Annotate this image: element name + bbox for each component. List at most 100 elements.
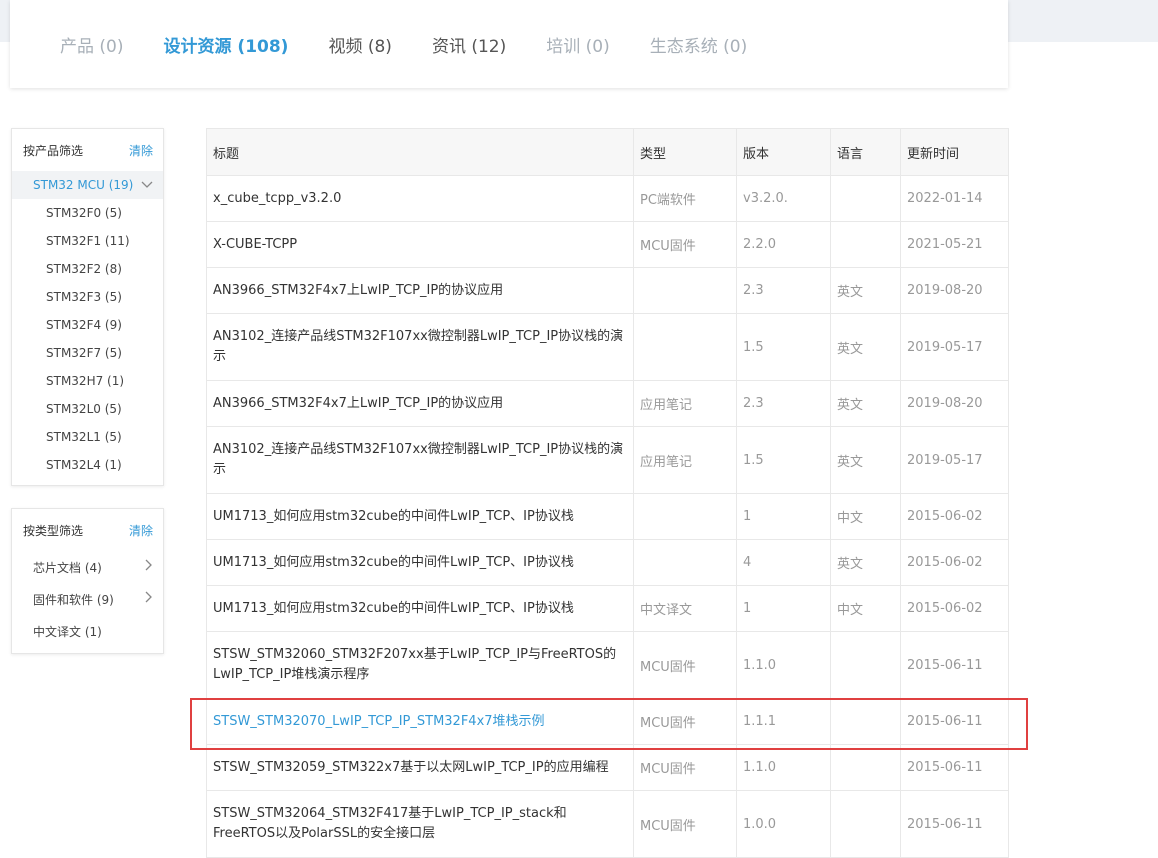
- row-language: [830, 698, 901, 745]
- row-language: [830, 744, 901, 791]
- table-row[interactable]: AN3102_连接产品线STM32F107xx微控制器LwIP_TCP_IP协议…: [206, 426, 1009, 494]
- column-header-type[interactable]: 类型: [633, 128, 737, 176]
- filter-item-stm32l0[interactable]: STM32L0 (5): [12, 395, 163, 423]
- row-title-link[interactable]: UM1713_如何应用stm32cube的中间件LwIP_TCP、IP协议栈: [206, 493, 634, 540]
- type-filter-chinese-translation[interactable]: 中文译文 (1): [12, 615, 163, 647]
- table-row[interactable]: STSW_STM32064_STM32F417基于LwIP_TCP_IP_sta…: [206, 790, 1009, 858]
- row-date: 2019-05-17: [900, 313, 1009, 381]
- table-row[interactable]: STSW_STM32059_STM322x7基于以太网LwIP_TCP_IP的应…: [206, 744, 1009, 791]
- type-filter-title: 按类型筛选: [23, 523, 84, 538]
- row-language: 中文: [830, 585, 901, 632]
- row-title-link[interactable]: AN3102_连接产品线STM32F107xx微控制器LwIP_TCP_IP协议…: [206, 313, 634, 381]
- row-version: 1.1.0: [736, 631, 831, 699]
- row-type: [633, 267, 737, 314]
- row-title-link[interactable]: UM1713_如何应用stm32cube的中间件LwIP_TCP、IP协议栈: [206, 585, 634, 632]
- row-date: 2015-06-11: [900, 698, 1009, 745]
- row-type: [633, 313, 737, 381]
- type-filter-panel: 按类型筛选 清除 芯片文档 (4) 固件和软件 (9) 中文译文 (1): [11, 508, 164, 654]
- table-row[interactable]: X-CUBE-TCPP MCU固件 2.2.0 2021-05-21: [206, 221, 1009, 268]
- table-row[interactable]: UM1713_如何应用stm32cube的中间件LwIP_TCP、IP协议栈 1…: [206, 493, 1009, 540]
- filter-item-stm32l1[interactable]: STM32L1 (5): [12, 423, 163, 451]
- type-filter-firmware-software[interactable]: 固件和软件 (9): [12, 583, 163, 615]
- row-language: [830, 631, 901, 699]
- row-type: [633, 493, 737, 540]
- row-title-link[interactable]: STSW_STM32070_LwIP_TCP_IP_STM32F4x7堆栈示例: [206, 698, 634, 745]
- row-date: 2015-06-11: [900, 631, 1009, 699]
- type-filter-label: 固件和软件 (9): [33, 592, 114, 607]
- filter-group-stm32-mcu[interactable]: STM32 MCU (19): [12, 171, 163, 199]
- row-version: 1: [736, 585, 831, 632]
- row-title-link[interactable]: UM1713_如何应用stm32cube的中间件LwIP_TCP、IP协议栈: [206, 539, 634, 586]
- product-filter-header: 按产品筛选 清除: [12, 129, 163, 171]
- row-type: MCU固件: [633, 221, 737, 268]
- row-date: 2015-06-02: [900, 585, 1009, 632]
- tab-videos[interactable]: 视频 (8): [328, 32, 392, 57]
- product-filter-clear-link[interactable]: 清除: [129, 142, 153, 159]
- row-date: 2015-06-02: [900, 493, 1009, 540]
- tab-products[interactable]: 产品 (0): [60, 32, 124, 57]
- table-row[interactable]: UM1713_如何应用stm32cube的中间件LwIP_TCP、IP协议栈 4…: [206, 539, 1009, 586]
- filter-item-stm32f4[interactable]: STM32F4 (9): [12, 311, 163, 339]
- filter-item-stm32f0[interactable]: STM32F0 (5): [12, 199, 163, 227]
- row-language: 中文: [830, 493, 901, 540]
- row-title-link[interactable]: STSW_STM32059_STM322x7基于以太网LwIP_TCP_IP的应…: [206, 744, 634, 791]
- row-title-link[interactable]: x_cube_tcpp_v3.2.0: [206, 175, 634, 222]
- tab-news[interactable]: 资讯 (12): [432, 32, 506, 57]
- row-version: 1.1.1: [736, 698, 831, 745]
- row-version: 2.2.0: [736, 221, 831, 268]
- row-type: MCU固件: [633, 698, 737, 745]
- table-row[interactable]: STSW_STM32060_STM32F207xx基于LwIP_TCP_IP与F…: [206, 631, 1009, 699]
- table-row[interactable]: AN3102_连接产品线STM32F107xx微控制器LwIP_TCP_IP协议…: [206, 313, 1009, 381]
- row-title-link[interactable]: X-CUBE-TCPP: [206, 221, 634, 268]
- table-header-row: 标题 类型 版本 语言 更新时间: [206, 128, 1009, 176]
- row-date: 2019-08-20: [900, 267, 1009, 314]
- row-version: 1.5: [736, 313, 831, 381]
- row-version: 4: [736, 539, 831, 586]
- row-title-link[interactable]: AN3966_STM32F4x7上LwIP_TCP_IP的协议应用: [206, 267, 634, 314]
- filter-item-stm32f3[interactable]: STM32F3 (5): [12, 283, 163, 311]
- row-title-link[interactable]: AN3102_连接产品线STM32F107xx微控制器LwIP_TCP_IP协议…: [206, 426, 634, 494]
- type-filter-label: 中文译文 (1): [33, 624, 102, 639]
- row-language: 英文: [830, 380, 901, 427]
- product-filter-title: 按产品筛选: [23, 143, 84, 158]
- row-version: 2.3: [736, 380, 831, 427]
- row-language: 英文: [830, 267, 901, 314]
- filter-item-stm32f1[interactable]: STM32F1 (11): [12, 227, 163, 255]
- row-title-link[interactable]: STSW_STM32064_STM32F417基于LwIP_TCP_IP_sta…: [206, 790, 634, 858]
- filter-item-stm32f2[interactable]: STM32F2 (8): [12, 255, 163, 283]
- row-language: 英文: [830, 313, 901, 381]
- column-header-version[interactable]: 版本: [736, 128, 831, 176]
- column-header-language[interactable]: 语言: [830, 128, 901, 176]
- table-row[interactable]: UM1713_如何应用stm32cube的中间件LwIP_TCP、IP协议栈 中…: [206, 585, 1009, 632]
- chevron-right-icon: [145, 591, 153, 607]
- filter-item-stm32l4[interactable]: STM32L4 (1): [12, 451, 163, 479]
- type-filter-chip-docs[interactable]: 芯片文档 (4): [12, 551, 163, 583]
- type-filter-header: 按类型筛选 清除: [12, 509, 163, 551]
- filter-item-stm32f7[interactable]: STM32F7 (5): [12, 339, 163, 367]
- row-title-link[interactable]: STSW_STM32060_STM32F207xx基于LwIP_TCP_IP与F…: [206, 631, 634, 699]
- row-date: 2019-05-17: [900, 426, 1009, 494]
- table-row[interactable]: AN3966_STM32F4x7上LwIP_TCP_IP的协议应用 应用笔记 2…: [206, 380, 1009, 427]
- row-version: 1.1.0: [736, 744, 831, 791]
- filter-item-stm32h7[interactable]: STM32H7 (1): [12, 367, 163, 395]
- column-header-updated[interactable]: 更新时间: [900, 128, 1009, 176]
- row-type: 应用笔记: [633, 426, 737, 494]
- table-row-highlighted[interactable]: STSW_STM32070_LwIP_TCP_IP_STM32F4x7堆栈示例 …: [206, 698, 1009, 745]
- tab-design-resources[interactable]: 设计资源 (108): [164, 32, 289, 57]
- table-row[interactable]: AN3966_STM32F4x7上LwIP_TCP_IP的协议应用 2.3 英文…: [206, 267, 1009, 314]
- row-language: 英文: [830, 426, 901, 494]
- table-row[interactable]: x_cube_tcpp_v3.2.0 PC端软件 v3.2.0. 2022-01…: [206, 175, 1009, 222]
- tab-ecosystem[interactable]: 生态系统 (0): [650, 32, 748, 57]
- tab-training[interactable]: 培训 (0): [546, 32, 610, 57]
- row-version: 1.0.0: [736, 790, 831, 858]
- row-language: [830, 175, 901, 222]
- row-title-link[interactable]: AN3966_STM32F4x7上LwIP_TCP_IP的协议应用: [206, 380, 634, 427]
- row-version: v3.2.0.: [736, 175, 831, 222]
- row-language: 英文: [830, 539, 901, 586]
- row-type: PC端软件: [633, 175, 737, 222]
- row-type: MCU固件: [633, 744, 737, 791]
- column-header-title[interactable]: 标题: [206, 128, 634, 176]
- type-filter-clear-link[interactable]: 清除: [129, 522, 153, 539]
- row-type: MCU固件: [633, 631, 737, 699]
- row-version: 2.3: [736, 267, 831, 314]
